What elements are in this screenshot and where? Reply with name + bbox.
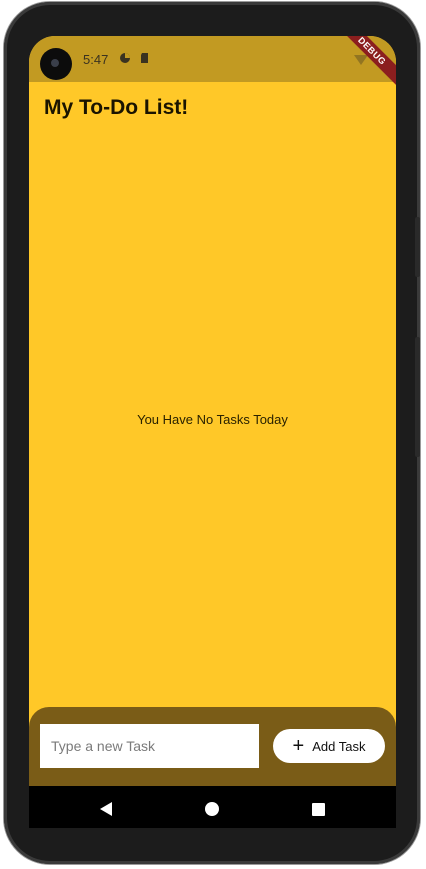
back-button[interactable] bbox=[76, 786, 136, 828]
volume-button bbox=[415, 217, 420, 277]
sd-card-icon bbox=[141, 53, 148, 63]
task-composer: + Add Task bbox=[29, 707, 396, 797]
power-button bbox=[415, 337, 420, 457]
new-task-input[interactable] bbox=[40, 724, 259, 768]
recents-icon bbox=[311, 802, 325, 816]
status-time: 5:47 bbox=[83, 52, 109, 67]
home-button[interactable] bbox=[182, 786, 242, 828]
app-screen: 5:47 DEBUG My To-Do List! You Have No Ta… bbox=[29, 36, 396, 828]
page-title: My To-Do List! bbox=[44, 96, 189, 119]
empty-state-message: You Have No Tasks Today bbox=[137, 412, 288, 427]
back-icon bbox=[100, 802, 112, 816]
home-icon bbox=[205, 802, 219, 816]
front-camera bbox=[40, 48, 72, 80]
recents-button[interactable] bbox=[288, 786, 348, 828]
status-bar: 5:47 DEBUG bbox=[29, 36, 396, 89]
system-nav-bar bbox=[29, 786, 396, 828]
wifi-icon bbox=[354, 55, 368, 65]
plus-icon: + bbox=[292, 735, 305, 757]
add-task-button[interactable]: + Add Task bbox=[273, 729, 385, 763]
data-saver-icon bbox=[120, 53, 130, 63]
add-task-label: Add Task bbox=[312, 738, 366, 754]
